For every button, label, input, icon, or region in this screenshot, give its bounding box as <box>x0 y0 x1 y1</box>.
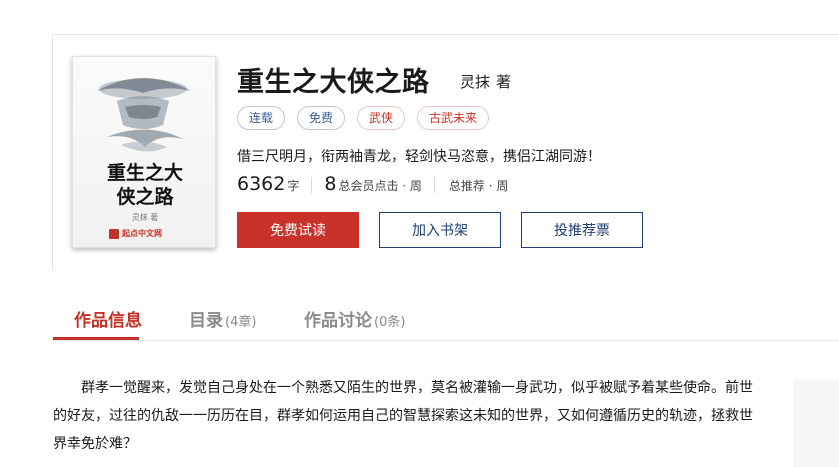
tag-subgenre[interactable]: 古武未来 <box>417 106 490 130</box>
book-tabs: 作品信息 目录 (4章) 作品讨论 (0条) <box>53 300 839 341</box>
stat-divider <box>433 177 435 193</box>
cover-title-line1: 重生之大 <box>106 162 183 184</box>
cover-brand-label: 起点中文网 <box>122 229 162 238</box>
book-description: 群孝一觉醒来，发觉自己身处在一个熟悉又陌生的世界，莫名被灌输一身武功，似乎被赋予… <box>53 380 753 452</box>
tab-catalog-count: (4章) <box>225 315 257 330</box>
cover-title-line2: 侠之路 <box>116 186 174 208</box>
side-panel <box>793 379 839 467</box>
word-unit: 字 <box>287 179 300 193</box>
click-count: 8 <box>324 173 337 195</box>
tab-book-info[interactable]: 作品信息 <box>74 306 142 331</box>
tag-free[interactable]: 免费 <box>297 106 346 130</box>
book-stats: 6362 字 8 总会员点击 · 周 总推荐 · 周 <box>237 173 508 197</box>
author-suffix: 著 <box>496 73 512 91</box>
recommend-label: 总推荐 · 周 <box>448 179 509 193</box>
tab-discussion-label: 作品讨论 <box>304 311 372 331</box>
tab-catalog[interactable]: 目录 (4章) <box>189 306 256 331</box>
author-info: 灵抹 著 <box>460 71 511 92</box>
active-tab-indicator <box>53 337 139 340</box>
cover-brand: 起点中文网 <box>109 228 162 239</box>
qidian-logo-icon <box>109 228 119 239</box>
tag-list: 连载 免费 武侠 古武未来 <box>237 106 490 130</box>
tab-discussion-count: (0条) <box>374 315 406 330</box>
book-cover[interactable]: 重生之大 侠之路 灵抹 著 起点中文网 <box>72 56 216 248</box>
free-read-button[interactable]: 免费试读 <box>237 212 359 248</box>
author-link[interactable]: 灵抹 <box>460 71 490 92</box>
stat-divider <box>311 177 313 193</box>
book-intro: 借三尺明月，衔两袖青龙，轻剑快马恣意，携侣江湖同游！ <box>237 149 601 165</box>
tag-status[interactable]: 连载 <box>237 106 286 130</box>
add-to-shelf-button[interactable]: 加入书架 <box>379 212 501 248</box>
tag-genre[interactable]: 武侠 <box>357 106 406 130</box>
cover-author: 灵抹 著 <box>131 213 159 222</box>
tab-catalog-label: 目录 <box>189 311 223 331</box>
tab-book-info-label: 作品信息 <box>74 311 142 331</box>
cover-ink-illustration <box>97 78 191 152</box>
click-label: 总会员点击 · 周 <box>338 179 422 193</box>
word-count: 6362 <box>237 173 286 195</box>
recommend-vote-button[interactable]: 投推荐票 <box>521 212 643 248</box>
book-title: 重生之大侠之路 <box>237 67 430 98</box>
cover-title: 重生之大 侠之路 <box>73 161 215 209</box>
tab-discussion[interactable]: 作品讨论 (0条) <box>304 306 405 331</box>
